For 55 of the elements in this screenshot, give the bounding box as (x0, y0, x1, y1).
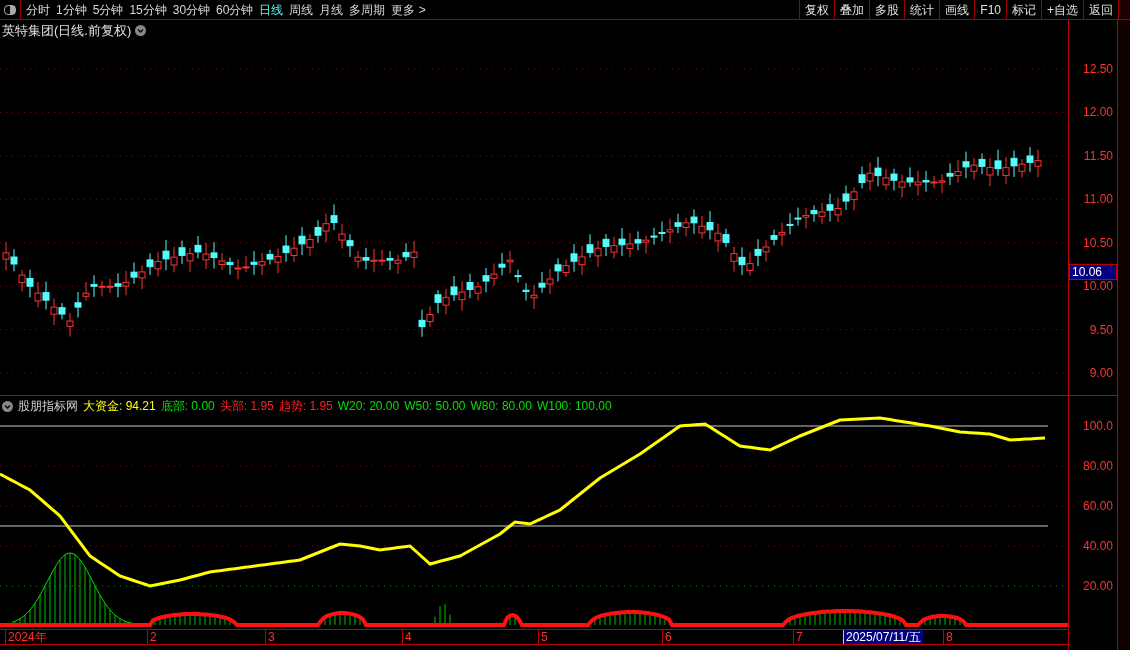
indicator-axis-label: 100.0 (1082, 419, 1113, 433)
legend-value: W100: 100.00 (536, 398, 612, 415)
price-axis-label: 10.50 (1082, 235, 1113, 250)
price-axis-label: 9.50 (1089, 322, 1113, 337)
legend-value: W80: 80.00 (470, 398, 532, 415)
legend-value: 大资金: 94.21 (83, 398, 156, 415)
price-axis-label: 12.50 (1082, 62, 1113, 76)
toolbar-button[interactable]: F10 (974, 0, 1006, 19)
cursor-price-label: 10.06 (1069, 264, 1117, 280)
legend-value: 头部: 1.95 (219, 398, 274, 415)
legend-value: 趋势: 1.95 (278, 398, 333, 415)
period-tab[interactable]: 更多 > (391, 0, 426, 19)
period-tab[interactable]: 1分钟 (56, 0, 87, 19)
toolbar-button[interactable]: 多股 (869, 0, 905, 19)
toolbar-button[interactable]: 复权 (799, 0, 835, 19)
toolbar-button[interactable]: +自选 (1041, 0, 1083, 19)
legend-value: 底部: 0.00 (160, 398, 215, 415)
period-tab[interactable]: 周线 (289, 0, 314, 19)
period-tab[interactable]: 分时 (26, 0, 50, 19)
period-tab[interactable]: 60分钟 (216, 0, 254, 19)
legend-value: W20: 20.00 (337, 398, 400, 415)
price-axis-label: 11.50 (1083, 148, 1113, 163)
date-label: 5 (538, 630, 550, 644)
price-axis-label: 10.00 (1082, 279, 1113, 294)
legend-value: W50: 50.00 (404, 398, 466, 415)
period-tab[interactable]: 日线 (259, 0, 284, 19)
chart-title: 英特集团(日线.前复权) (2, 22, 132, 40)
indicator-axis-label: 80.00 (1082, 459, 1113, 473)
toolbar-button[interactable]: 标记 (1006, 0, 1041, 19)
date-label: 2 (147, 630, 159, 644)
indicator-name: 股朋指标网 (18, 398, 78, 415)
date-label: 2025/07/11/五 (843, 630, 923, 644)
date-label: 6 (662, 630, 674, 644)
date-label: 7 (793, 630, 805, 644)
toolbar-button[interactable]: 叠加 (834, 0, 870, 19)
price-axis-label: 11.00 (1083, 192, 1113, 207)
period-tab[interactable]: 15分钟 (129, 0, 167, 19)
date-label: 4 (402, 630, 414, 644)
panel-toggle-icon[interactable] (4, 4, 16, 15)
period-tab[interactable]: 月线 (319, 0, 344, 19)
indicator-axis-label: 40.00 (1082, 539, 1113, 553)
toolbar-button[interactable]: 统计 (904, 0, 940, 19)
price-axis-label: 12.00 (1082, 105, 1113, 120)
period-tab[interactable]: 5分钟 (92, 0, 124, 19)
date-label: 2024年 (5, 630, 49, 644)
period-tab[interactable]: 多周期 (349, 0, 386, 19)
date-label: 8 (943, 630, 955, 644)
period-tab[interactable]: 30分钟 (172, 0, 211, 19)
indicator-axis-label: 20.00 (1082, 579, 1113, 593)
date-label: 3 (265, 630, 277, 644)
dropdown-icon[interactable] (2, 400, 13, 412)
indicator-axis-label: 60.00 (1082, 499, 1113, 513)
toolbar-button[interactable]: 画线 (939, 0, 975, 19)
price-axis-label: 9.00 (1089, 366, 1113, 381)
dropdown-icon[interactable] (135, 25, 147, 37)
